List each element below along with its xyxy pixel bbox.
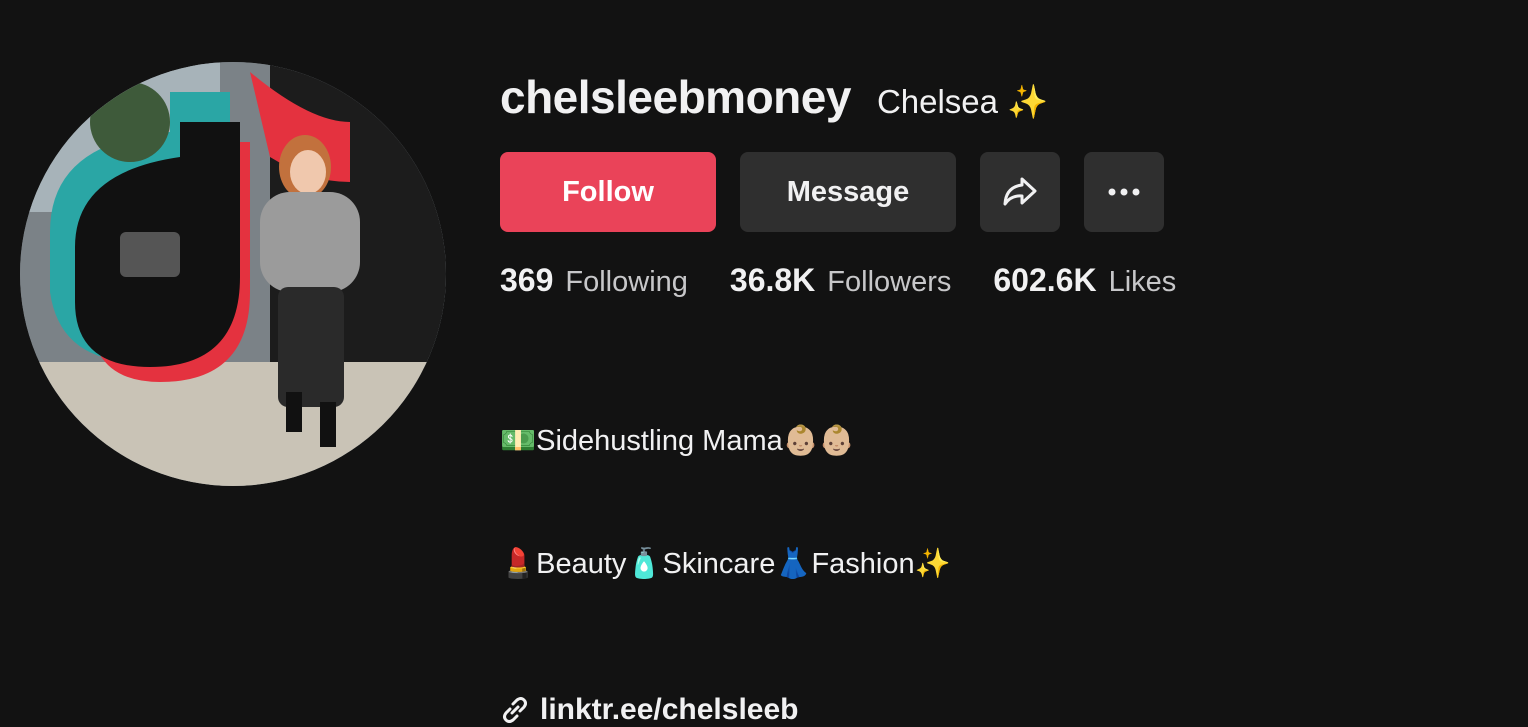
bio: 💵Sidehustling Mama👶🏼👶🏼 💄Beauty🧴Skincare👗… [500, 339, 1460, 667]
title-row: chelsleebmoney Chelsea ✨ [500, 70, 1460, 130]
following-count[interactable]: 369 [500, 262, 553, 299]
stats-row: 369 Following 36.8K Followers 602.6K Lik… [500, 262, 1460, 299]
following-label[interactable]: Following [565, 266, 688, 299]
profile-info: chelsleebmoney Chelsea ✨ Follow Message … [500, 70, 1460, 727]
bio-line: 💵Sidehustling Mama👶🏼👶🏼 [500, 425, 855, 457]
link-icon [503, 697, 527, 723]
share-icon [1003, 177, 1037, 206]
more-button[interactable] [1084, 152, 1164, 232]
likes-label: Likes [1108, 266, 1177, 298]
profile-link[interactable]: linktr.ee/chelsleeb [500, 693, 1460, 727]
message-button[interactable]: Message [740, 152, 956, 232]
likes-count: 602.6K [993, 262, 1097, 298]
link-text[interactable]: linktr.ee/chelsleeb [540, 693, 798, 727]
bio-line: 💄Beauty🧴Skincare👗Fashion✨ [500, 548, 951, 580]
share-button[interactable] [980, 152, 1060, 232]
action-buttons: Follow Message [500, 152, 1460, 232]
followers-count[interactable]: 36.8K [730, 262, 815, 299]
avatar-image [20, 62, 446, 486]
username: chelsleebmoney [500, 71, 851, 123]
followers-label[interactable]: Followers [827, 266, 951, 299]
follow-button[interactable]: Follow [500, 152, 716, 232]
avatar[interactable] [20, 62, 446, 486]
more-icon [1108, 188, 1140, 196]
nickname: Chelsea ✨ [876, 83, 1049, 120]
